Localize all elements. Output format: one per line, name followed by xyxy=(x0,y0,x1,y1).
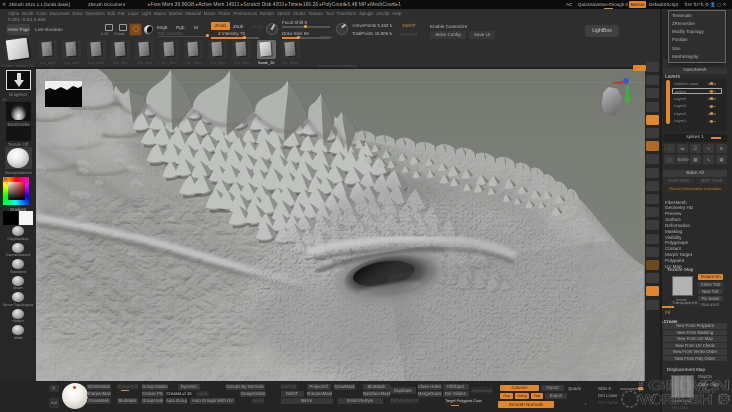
svg-text:W RKSH P: W RKSH P xyxy=(639,391,730,407)
svg-text:THE: THE xyxy=(639,381,645,392)
